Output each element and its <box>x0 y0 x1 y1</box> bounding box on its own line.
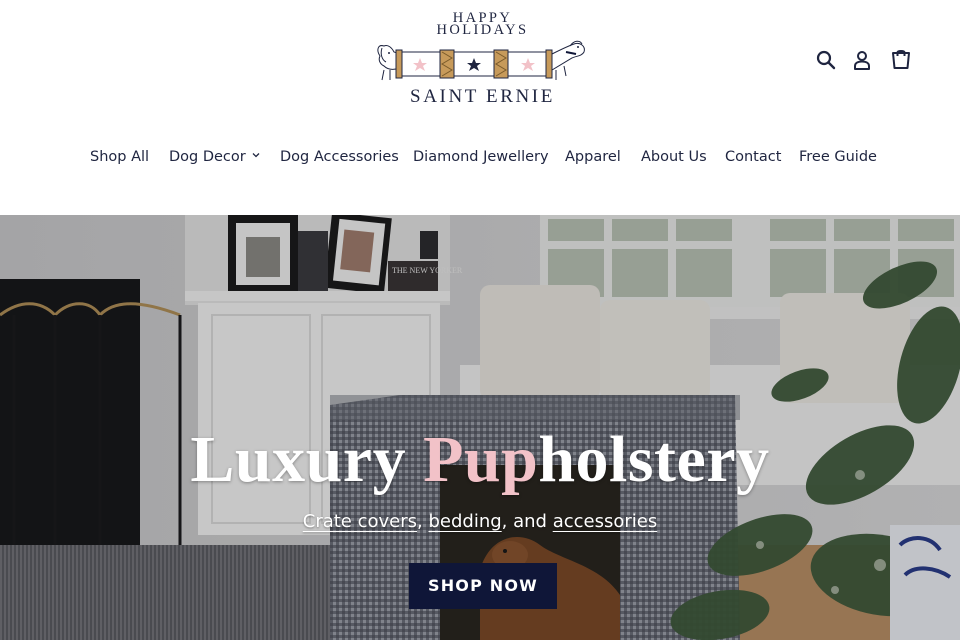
subtitle-separator-and: , and <box>501 511 553 532</box>
nav-diamond-jewellery[interactable]: Diamond Jewellery <box>413 146 549 168</box>
account-icon[interactable] <box>850 48 874 72</box>
hero-subtitle: Crate covers, bedding, and accessories <box>0 509 960 535</box>
main-navigation: Shop All Dog Decor Dog Accessories Diamo… <box>0 146 960 170</box>
hero-title-part2: holstery <box>538 423 770 496</box>
header-actions <box>812 48 912 72</box>
site-logo[interactable]: HAPPY HOLIDAYS SAINT ERNIE <box>370 6 595 110</box>
hero-title-highlight: Pup <box>423 423 539 496</box>
subtitle-separator: , <box>417 511 429 532</box>
site-header: HAPPY HOLIDAYS SAINT ERNIE Shop All Dog … <box>0 0 960 215</box>
link-crate-covers[interactable]: Crate covers <box>303 511 417 532</box>
link-bedding[interactable]: bedding <box>428 511 501 532</box>
hero-title-part1: Luxury <box>190 423 424 496</box>
dachshund-cracker-illustration <box>377 40 585 81</box>
nav-free-guide[interactable]: Free Guide <box>799 146 877 168</box>
nav-about-us[interactable]: About Us <box>641 146 707 168</box>
cart-icon[interactable] <box>889 48 913 72</box>
chevron-down-icon <box>252 153 260 158</box>
nav-shop-all[interactable]: Shop All <box>90 146 149 168</box>
nav-contact[interactable]: Contact <box>725 146 781 168</box>
nav-apparel[interactable]: Apparel <box>565 146 621 168</box>
hero-title: Luxury Pupholstery <box>0 420 960 500</box>
logo-brand-name: SAINT ERNIE <box>410 86 555 107</box>
link-accessories[interactable]: accessories <box>553 511 658 532</box>
nav-dog-accessories[interactable]: Dog Accessories <box>280 146 399 168</box>
hero-banner: THE NEW YORKER Luxury Pupholstery Crate … <box>0 215 960 640</box>
nav-dog-decor-label: Dog Decor <box>169 149 246 165</box>
shop-now-button[interactable]: SHOP NOW <box>409 563 557 609</box>
search-icon[interactable] <box>814 48 838 72</box>
nav-dog-decor[interactable]: Dog Decor <box>169 146 261 168</box>
